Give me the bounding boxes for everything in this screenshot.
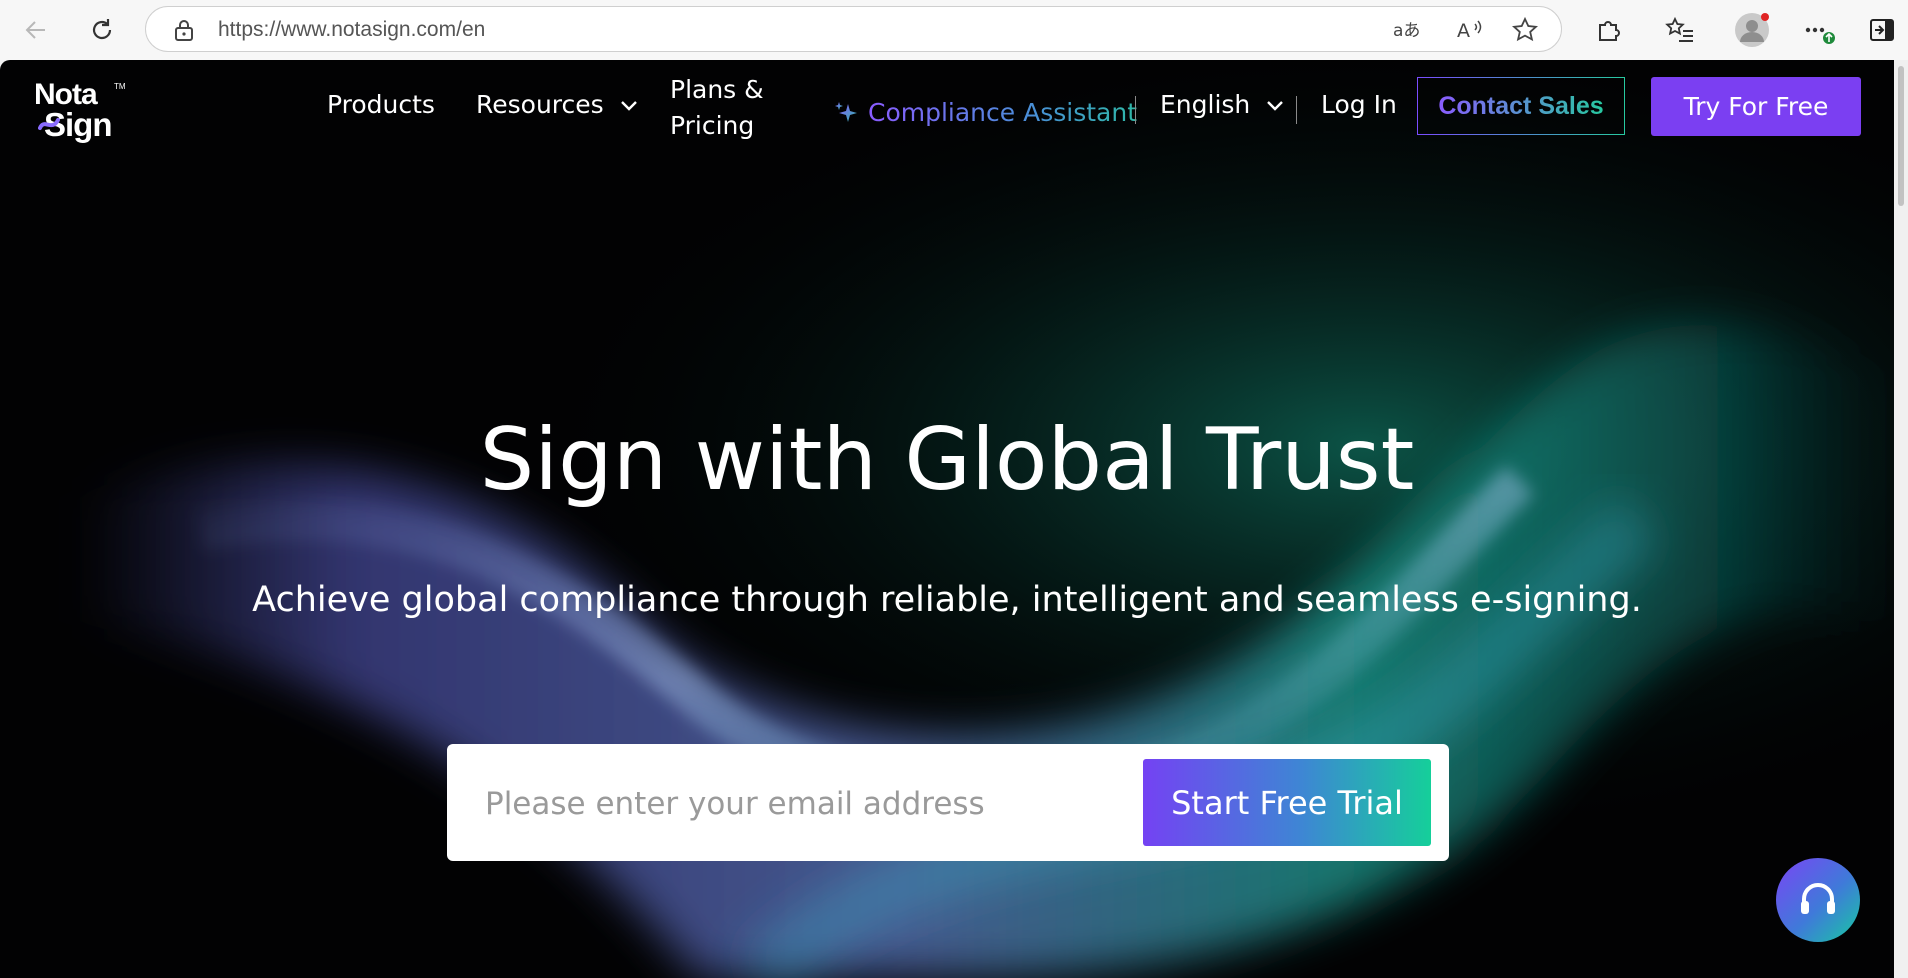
nav-resources[interactable]: Resources [476,90,638,119]
more-dots-icon[interactable] [1800,12,1836,48]
nav-divider [1135,96,1136,124]
headset-icon [1801,883,1835,914]
star-icon[interactable] [1511,16,1539,44]
contact-sales-label: Contact Sales [1438,91,1604,120]
email-input[interactable] [483,774,1107,834]
compliance-assistant-link[interactable]: Compliance Assistant [834,92,1137,132]
chevron-down-icon [620,101,637,111]
support-chat-button[interactable] [1776,858,1860,942]
svg-text:aあ: aあ [1393,21,1420,41]
lock-icon[interactable] [170,16,198,44]
reload-icon[interactable] [84,12,120,48]
nav-resources-label: Resources [476,90,604,119]
svg-text:A: A [1457,20,1470,42]
avatar-icon[interactable] [1732,10,1772,50]
nav-plans-line1: Plans & [670,75,764,104]
language-selector[interactable]: English [1160,90,1284,119]
nav-divider [1296,96,1297,124]
read-aloud-icon[interactable]: A [1456,16,1484,44]
nav-plans-pricing[interactable]: Plans & Pricing [670,72,764,144]
address-bar[interactable]: https://www.notasign.com/en aあ A [145,6,1562,52]
puzzle-icon[interactable] [1590,12,1626,48]
contact-sales-button[interactable]: Contact Sales [1417,77,1625,135]
nav-plans-line2: Pricing [670,111,755,140]
arrow-left-icon[interactable] [18,12,54,48]
sidebar-toggle-icon[interactable] [1864,12,1900,48]
page-scrollbar[interactable] [1894,60,1908,978]
url-text[interactable]: https://www.notasign.com/en [218,18,485,42]
favorites-list-icon[interactable] [1662,12,1698,48]
hero-title: Sign with Global Trust [479,410,1415,510]
compliance-assistant-label: Compliance Assistant [868,97,1137,127]
login-link[interactable]: Log In [1321,90,1397,119]
browser-toolbar: https://www.notasign.com/en aあ A [0,0,1908,60]
hero-subtitle: Achieve global compliance through reliab… [252,580,1642,620]
try-for-free-button[interactable]: Try For Free [1651,77,1861,136]
notasign-logo[interactable]: Nota TM Sign [34,78,144,143]
language-label: English [1160,90,1251,119]
nav-products[interactable]: Products [327,90,435,119]
sparkle-icon [835,102,857,122]
signup-form: Start Free Trial [447,744,1449,861]
chevron-down-icon [1267,101,1284,111]
start-free-trial-button[interactable]: Start Free Trial [1143,759,1431,846]
logo-swoosh-icon [38,118,60,130]
webpage: Nota TM Sign Products Resources Plans & … [0,60,1894,978]
scrollbar-thumb[interactable] [1898,66,1904,206]
translate-icon[interactable]: aあ [1392,16,1420,44]
